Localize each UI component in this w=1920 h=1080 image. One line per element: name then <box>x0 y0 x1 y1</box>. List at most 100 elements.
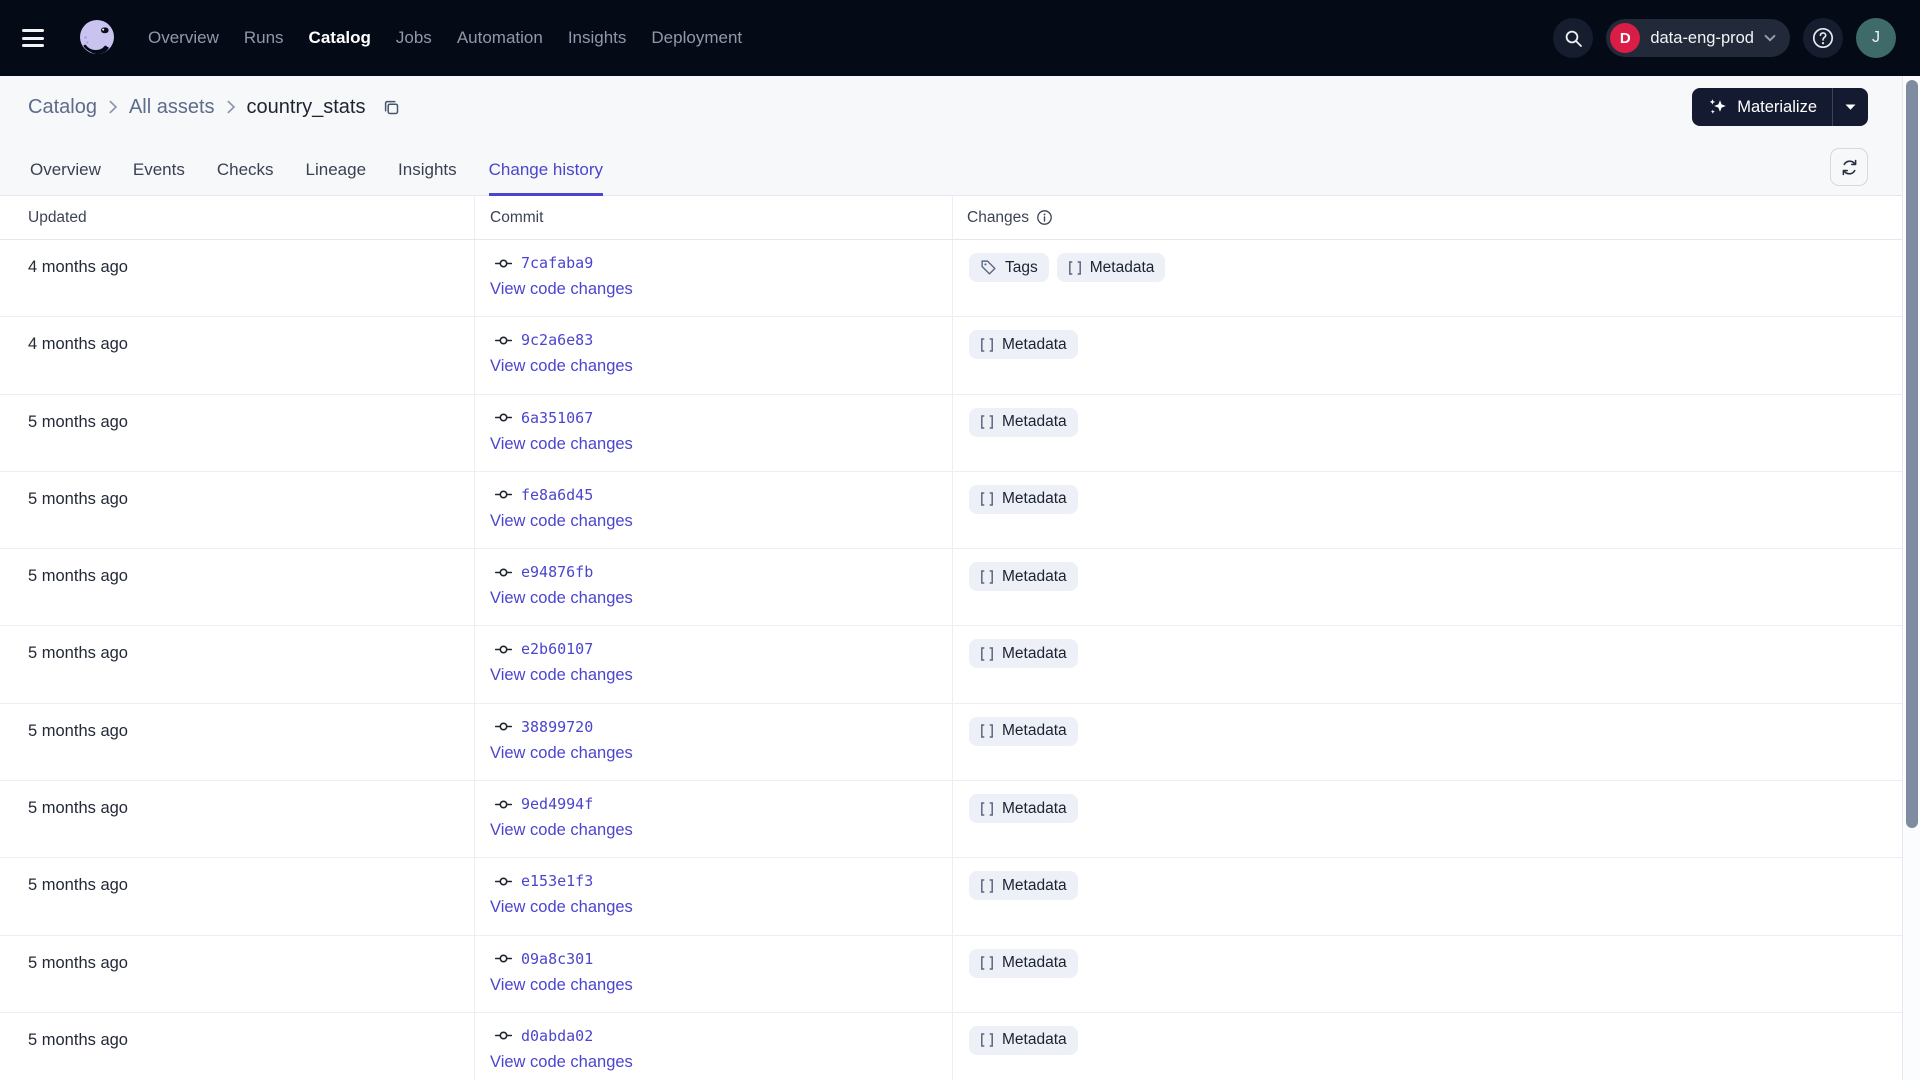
change-badge-metadata: Metadata <box>969 948 1078 978</box>
commit-hash-link[interactable]: 38899720 <box>521 718 593 736</box>
table-row: 5 months ago d0abda02 View code changes Met… <box>0 1012 1902 1080</box>
commit-icon <box>495 641 512 658</box>
change-badge-label: Metadata <box>1002 490 1067 508</box>
view-code-changes-link[interactable]: View code changes <box>490 1053 633 1072</box>
tab-lineage[interactable]: Lineage <box>306 160 367 195</box>
view-code-changes-link[interactable]: View code changes <box>490 898 633 917</box>
tag-icon <box>980 259 997 276</box>
commit-line: 9ed4994f <box>490 795 952 813</box>
tab-events[interactable]: Events <box>133 160 185 195</box>
nav-item-catalog[interactable]: Catalog <box>309 28 371 48</box>
search-button[interactable] <box>1553 18 1594 58</box>
updated-cell: 4 months ago <box>0 317 475 394</box>
materialize-dropdown-button[interactable] <box>1832 88 1868 126</box>
change-badge-metadata: Metadata <box>969 484 1078 514</box>
view-code-changes-link[interactable]: View code changes <box>490 666 633 685</box>
commit-hash-link[interactable]: d0abda02 <box>521 1027 593 1045</box>
changes-cell: Metadata <box>953 1013 1902 1080</box>
changes-cell: Metadata <box>953 549 1902 625</box>
commit-hash-link[interactable]: 7cafaba9 <box>521 254 593 272</box>
brackets-icon <box>980 414 994 430</box>
updated-cell: 5 months ago <box>0 703 475 781</box>
brackets-icon <box>980 955 994 971</box>
help-button[interactable] <box>1803 18 1843 58</box>
view-code-changes-link[interactable]: View code changes <box>490 589 633 608</box>
tab-checks[interactable]: Checks <box>217 160 274 195</box>
nav-item-deployment[interactable]: Deployment <box>651 28 742 48</box>
caret-down-icon <box>1845 104 1856 110</box>
workspace-switcher[interactable]: D data-eng-prod <box>1606 19 1790 57</box>
commit-line: fe8a6d45 <box>490 486 952 504</box>
commit-icon <box>495 332 512 349</box>
commit-hash-link[interactable]: fe8a6d45 <box>521 486 593 504</box>
info-icon[interactable] <box>1036 209 1053 226</box>
table-row: 5 months ago 09a8c301 View code changes Met… <box>0 935 1902 1013</box>
commit-hash-link[interactable]: e2b60107 <box>521 640 593 658</box>
commit-cell: 38899720 View code changes <box>475 703 953 781</box>
commit-icon <box>495 409 512 426</box>
copy-asset-name-button[interactable] <box>382 98 401 117</box>
commit-hash-link[interactable]: 9ed4994f <box>521 795 593 813</box>
view-code-changes-link[interactable]: View code changes <box>490 821 633 840</box>
primary-nav: Overview Runs Catalog Jobs Automation Insight… <box>148 28 742 48</box>
refresh-button[interactable] <box>1830 148 1868 186</box>
workspace-name: data-eng-prod <box>1650 28 1754 47</box>
table-row: 4 months ago 7cafaba9 View code changes Tag… <box>0 240 1902 318</box>
table-row: 5 months ago 38899720 View code changes Met… <box>0 703 1902 782</box>
commit-hash-link[interactable]: 09a8c301 <box>521 950 593 968</box>
scrollbar-thumb[interactable] <box>1905 80 1918 828</box>
change-badge-label: Metadata <box>1002 335 1067 353</box>
commit-hash-link[interactable]: 9c2a6e83 <box>521 331 593 349</box>
nav-item-overview[interactable]: Overview <box>148 28 219 48</box>
commit-hash-link[interactable]: 6a351067 <box>521 409 593 427</box>
nav-item-runs[interactable]: Runs <box>244 28 284 48</box>
view-code-changes-link[interactable]: View code changes <box>490 280 633 299</box>
commit-line: 38899720 <box>490 718 952 736</box>
materialize-split-button: Materialize <box>1692 88 1868 126</box>
tab-overview[interactable]: Overview <box>30 160 101 195</box>
commit-cell: 7cafaba9 View code changes <box>475 240 953 317</box>
dagster-logo-icon[interactable] <box>74 15 120 61</box>
changes-cell: Metadata <box>953 936 1902 1012</box>
column-header-updated: Updated <box>0 196 475 239</box>
changes-cell: Metadata <box>953 472 1902 548</box>
tab-insights[interactable]: Insights <box>398 160 457 195</box>
nav-item-insights[interactable]: Insights <box>568 28 627 48</box>
changes-cell: Metadata <box>953 781 1902 857</box>
nav-item-jobs[interactable]: Jobs <box>396 28 432 48</box>
commit-hash-link[interactable]: e94876fb <box>521 563 593 581</box>
sparkle-icon <box>1707 97 1728 118</box>
tab-change-history[interactable]: Change history <box>488 160 604 196</box>
nav-item-automation[interactable]: Automation <box>457 28 543 48</box>
menu-icon[interactable] <box>22 29 48 47</box>
commit-icon <box>495 718 512 735</box>
breadcrumb-all-assets[interactable]: All assets <box>129 96 215 119</box>
brackets-icon <box>980 878 994 894</box>
change-badge-metadata: Metadata <box>969 794 1078 824</box>
commit-line: e153e1f3 <box>490 872 952 890</box>
user-avatar[interactable]: J <box>1856 18 1896 58</box>
chevron-right-icon <box>226 99 236 115</box>
materialize-label: Materialize <box>1737 97 1817 116</box>
brackets-icon <box>980 337 994 353</box>
column-header-changes: Changes <box>953 196 1902 239</box>
view-code-changes-link[interactable]: View code changes <box>490 976 633 995</box>
materialize-button[interactable]: Materialize <box>1692 88 1832 126</box>
chevron-down-icon <box>1764 34 1776 42</box>
changes-cell: Metadata <box>953 626 1902 702</box>
breadcrumb-catalog[interactable]: Catalog <box>28 96 97 119</box>
brackets-icon <box>980 491 994 507</box>
updated-cell: 4 months ago <box>0 240 475 317</box>
commit-cell: 9c2a6e83 View code changes <box>475 317 953 394</box>
change-badge-label: Tags <box>1005 258 1038 276</box>
updated-cell: 5 months ago <box>0 935 475 1012</box>
asset-header: Catalog All assets country_stats Materia… <box>0 76 1902 196</box>
change-badge-label: Metadata <box>1089 258 1155 276</box>
commit-hash-link[interactable]: e153e1f3 <box>521 872 593 890</box>
view-code-changes-link[interactable]: View code changes <box>490 357 633 376</box>
view-code-changes-link[interactable]: View code changes <box>490 744 633 763</box>
commit-icon <box>495 950 512 967</box>
commit-line: d0abda02 <box>490 1027 952 1045</box>
view-code-changes-link[interactable]: View code changes <box>490 435 633 454</box>
view-code-changes-link[interactable]: View code changes <box>490 512 633 531</box>
